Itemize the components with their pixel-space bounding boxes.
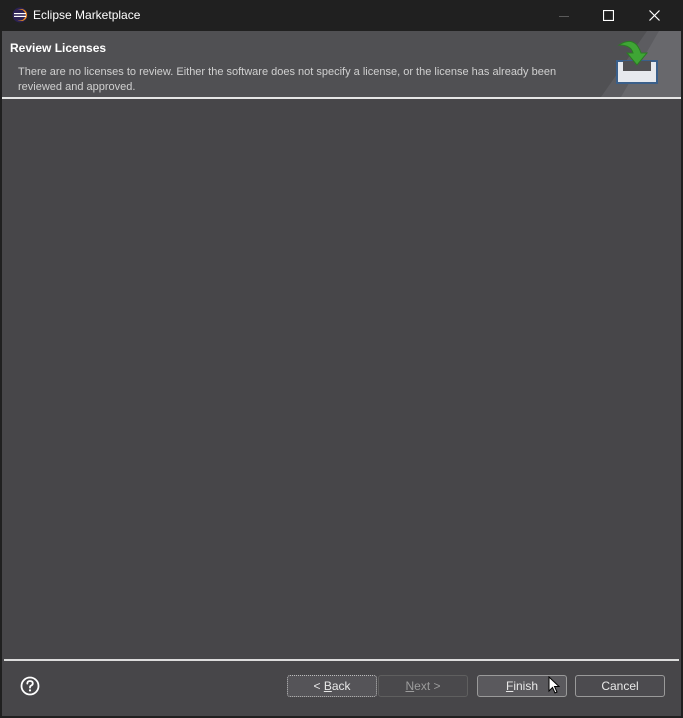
back-button-prefix: < (313, 679, 324, 693)
back-button-mnemonic: B (323, 679, 332, 693)
install-download-icon (601, 31, 681, 97)
license-review-area (2, 99, 681, 658)
page-description: There are no licenses to review. Either … (18, 66, 557, 93)
back-button[interactable]: < Back (287, 675, 377, 697)
eclipse-marketplace-dialog: Eclipse Marketplace Review Licenses Ther… (0, 0, 683, 718)
minimize-button[interactable] (541, 0, 587, 31)
window-title: Eclipse Marketplace (33, 8, 141, 22)
close-icon (648, 10, 660, 21)
finish-button-mnemonic: F (505, 679, 514, 693)
close-button[interactable] (631, 0, 677, 31)
wizard-footer: < Back Next > Finish Cancel (2, 661, 681, 716)
maximize-icon (602, 10, 614, 21)
dialog-client-area: Review Licenses There are no licenses to… (2, 31, 681, 716)
next-button-mnemonic: N (405, 679, 415, 693)
page-title: Review Licenses (10, 41, 107, 55)
mouse-cursor-icon (548, 675, 561, 694)
maximize-button[interactable] (585, 0, 631, 31)
title-bar[interactable]: Eclipse Marketplace (0, 0, 683, 31)
cancel-button[interactable]: Cancel (575, 675, 665, 697)
back-button-label: ack (331, 679, 351, 693)
next-button-label: ext > (414, 679, 441, 693)
minimize-icon (559, 11, 569, 21)
eclipse-app-icon (12, 7, 28, 23)
finish-button-label: inish (513, 679, 539, 693)
cancel-button-label: Cancel (601, 679, 639, 693)
next-button[interactable]: Next > (378, 675, 468, 697)
wizard-banner: Review Licenses There are no licenses to… (2, 31, 681, 97)
help-icon[interactable] (20, 676, 40, 696)
